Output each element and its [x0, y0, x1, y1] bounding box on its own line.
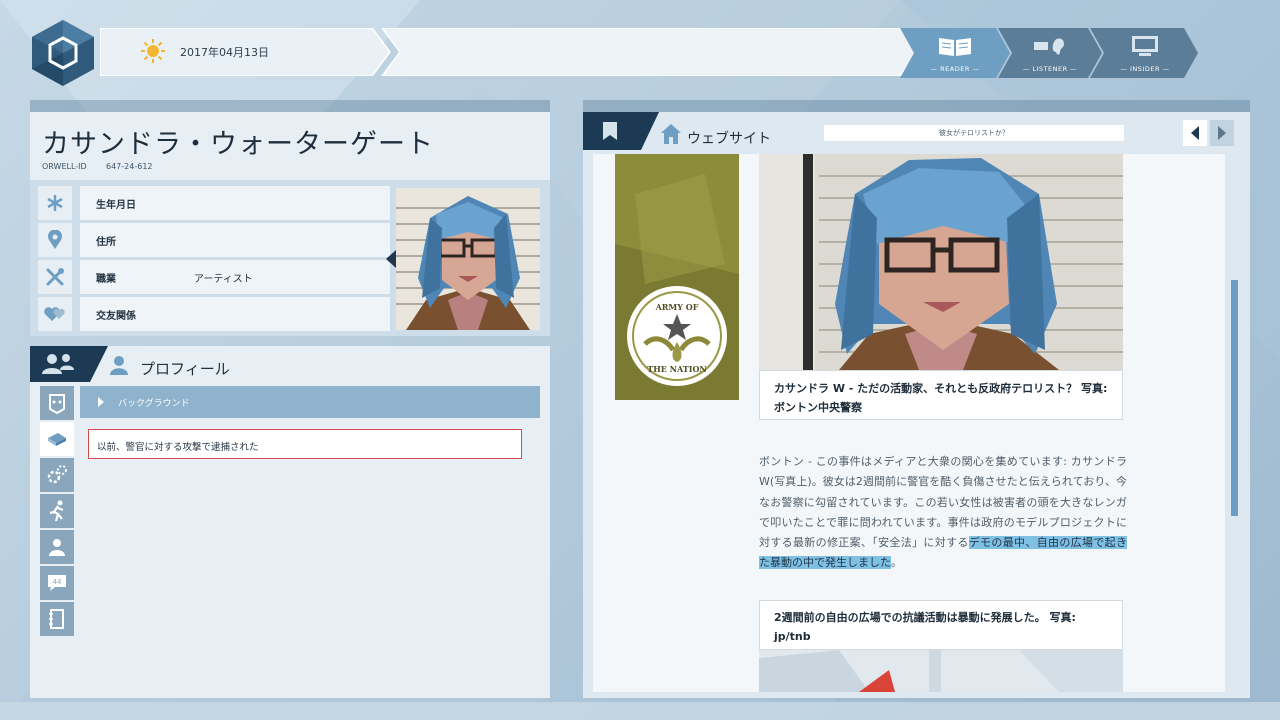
orwell-id-label: ORWELL-ID — [42, 162, 87, 171]
location-pin-icon — [38, 223, 72, 257]
profile-portrait[interactable] — [396, 188, 540, 330]
army-of-the-nation-ad[interactable]: ARMY OF THE NATION — [615, 154, 739, 400]
field-occupation[interactable]: 職業 アーティスト — [38, 260, 390, 294]
second-article-photo[interactable] — [759, 650, 1123, 692]
portrait-pointer — [386, 250, 396, 268]
person-icon — [110, 356, 128, 375]
field-label: 住所 — [96, 237, 116, 248]
section-title: プロフィール — [140, 360, 230, 378]
profile-panel: カサンドラ・ウォーターゲート ORWELL-ID 647-24-612 生年月日… — [30, 100, 550, 698]
timeline-bar: 2017年04月13日 — [100, 28, 920, 76]
article-text-end: 。 — [891, 556, 902, 570]
profile-section: プロフィール 44 バックグラウンド 以前、警官に対する攻撃で逮捕された — [30, 346, 550, 698]
webpage-content: ARMY OF THE NATION カサンドラ W - ただの活動家、それとも… — [593, 154, 1225, 692]
field-label: 職業 — [96, 274, 116, 285]
panel-top-rule — [583, 100, 1250, 112]
person-name: カサンドラ・ウォーターゲート — [42, 129, 434, 160]
article-body[interactable]: ボントン - この事件はメディアと大衆の関心を集めています: カサンドラW(写真… — [759, 452, 1127, 574]
info-section: 生年月日 住所 職業 アーティスト 交友関係 — [30, 180, 550, 336]
reader-panel: ウェブサイト 彼女がテロリストか？ ARMY OF THE NATION カサン… — [583, 100, 1250, 698]
profile-fact[interactable]: 以前、警官に対する攻撃で逮捕された — [88, 429, 522, 459]
field-relations[interactable]: 交友関係 — [38, 297, 390, 331]
tab-reader-label: — READER — — [930, 65, 980, 73]
ear-icon — [1034, 38, 1064, 55]
tab-listener[interactable]: — LISTENER — — [998, 28, 1102, 78]
running-person-icon[interactable] — [40, 494, 74, 528]
orwell-logo[interactable] — [28, 18, 98, 88]
website-title: ウェブサイト — [687, 131, 771, 147]
notebook-icon[interactable] — [40, 602, 74, 636]
tab-reader[interactable]: — READER — — [900, 28, 1010, 78]
speech-bubble-icon[interactable]: 44 — [40, 566, 74, 600]
fact-text: 以前、警官に対する攻撃で逮捕された — [97, 442, 259, 453]
category-background-header[interactable]: バックグラウンド — [80, 386, 540, 418]
book-icon — [939, 38, 971, 56]
sun-icon — [141, 39, 165, 63]
orwell-id-value: 647-24-612 — [106, 162, 153, 171]
panel-top-rule — [30, 100, 550, 112]
ad-logo-text-top: ARMY OF — [655, 302, 699, 312]
second-photo-caption: 2週間前の自由の広場での抗議活動は暴動に発展した。 写真: jp/tnb — [759, 600, 1123, 650]
scrollbar-thumb[interactable] — [1231, 280, 1238, 516]
bookmark-tab[interactable] — [583, 112, 659, 150]
gears-icon[interactable] — [40, 458, 74, 492]
asterisk-icon — [38, 186, 72, 220]
tab-insider-label: — INSIDER — — [1120, 65, 1170, 73]
person-card-icon[interactable] — [40, 530, 74, 564]
field-address-box: 住所 — [80, 223, 390, 257]
svg-text:44: 44 — [53, 578, 62, 586]
photo-caption: カサンドラ W - ただの活動家、それとも反政府テロリスト？ 写真: ボントン中… — [759, 370, 1123, 420]
tools-icon — [38, 260, 72, 294]
field-occupation-box: 職業 アーティスト — [80, 260, 390, 294]
field-value: アーティスト — [194, 274, 253, 285]
field-label: 生年月日 — [96, 200, 136, 211]
book-icon[interactable] — [40, 422, 74, 456]
current-date: 2017年04月13日 — [180, 46, 269, 59]
category-sidebar: 44 — [40, 386, 76, 638]
profile-header: カサンドラ・ウォーターゲート ORWELL-ID 647-24-612 — [30, 112, 550, 180]
chevron-left-icon — [1191, 126, 1199, 140]
field-birthdate-box: 生年月日 — [80, 186, 390, 220]
field-address[interactable]: 住所 — [38, 223, 390, 257]
field-birthdate[interactable]: 生年月日 — [38, 186, 390, 220]
tab-insider[interactable]: — INSIDER — — [1090, 28, 1200, 78]
back-button[interactable] — [1183, 120, 1207, 146]
face-icon[interactable] — [40, 386, 74, 420]
computer-icon — [1132, 36, 1158, 56]
ad-logo-text-bottom: THE NATION — [647, 364, 707, 374]
mode-tabs: — READER — — LISTENER — — INSIDER — — [900, 28, 1210, 78]
field-label: 交友関係 — [96, 311, 136, 322]
hearts-icon — [38, 297, 72, 331]
chevron-right-icon — [1218, 126, 1226, 140]
expand-arrow-icon — [98, 397, 104, 407]
profile-tab[interactable] — [30, 346, 108, 382]
article-photo[interactable] — [759, 154, 1123, 370]
category-label: バックグラウンド — [118, 399, 190, 409]
forward-button[interactable] — [1210, 120, 1234, 146]
url-text: 彼女がテロリストか？ — [939, 129, 1009, 137]
home-icon[interactable] — [659, 122, 683, 146]
url-bar[interactable]: 彼女がテロリストか？ — [824, 125, 1124, 141]
bottom-strip — [0, 702, 1280, 720]
field-relations-box: 交友関係 — [80, 297, 390, 331]
tab-listener-label: — LISTENER — — [1022, 65, 1078, 73]
